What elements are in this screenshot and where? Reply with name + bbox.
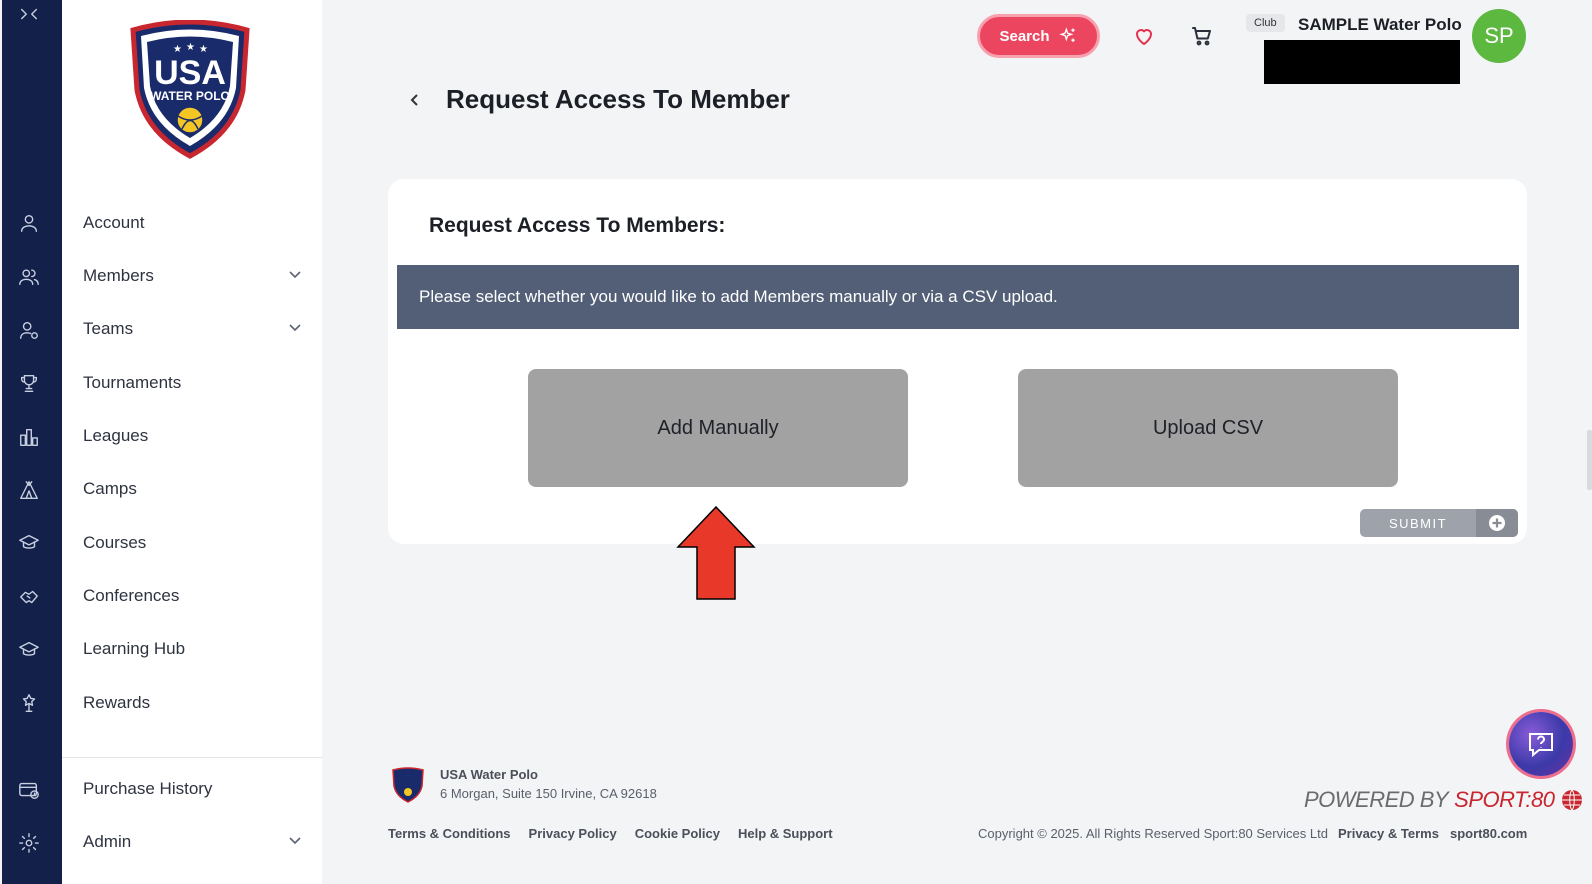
logo-usa-text: USA <box>154 54 226 92</box>
sidebar-item-tournaments[interactable]: Tournaments <box>83 368 303 398</box>
add-manually-button[interactable]: Add Manually <box>528 369 908 487</box>
team-icon[interactable] <box>18 319 40 341</box>
banner-text: Please select whether you would like to … <box>419 287 1058 306</box>
plus-circle-icon <box>1476 509 1518 537</box>
sidebar-item-members[interactable]: Members <box>83 261 303 291</box>
footer-links: Terms & Conditions Privacy Policy Cookie… <box>388 826 833 841</box>
sidebar-item-label: Leagues <box>83 426 149 445</box>
sidebar-item-rewards[interactable]: Rewards <box>83 688 303 718</box>
award-icon[interactable] <box>18 692 40 714</box>
help-chat-icon <box>1529 733 1553 758</box>
sidebar-item-admin[interactable]: Admin <box>83 827 303 857</box>
sidebar-item-label: Purchase History <box>83 779 213 798</box>
usa-water-polo-logo[interactable]: ★ ★ ★ USA WATER POLO <box>125 19 255 160</box>
sidebar-item-learning-hub[interactable]: Learning Hub <box>83 634 303 664</box>
sidebar-item-label: Account <box>83 213 145 232</box>
footer-link-terms[interactable]: Terms & Conditions <box>388 826 511 841</box>
sidebar-item-camps[interactable]: Camps <box>83 474 303 504</box>
search-label: Search <box>999 27 1050 45</box>
back-button[interactable] <box>405 88 425 112</box>
sidebar-item-label: Conferences <box>83 586 180 605</box>
submit-button[interactable]: SUBMIT <box>1360 509 1518 537</box>
sidebar-item-teams[interactable]: Teams <box>83 314 303 344</box>
club-tag: Club <box>1246 14 1285 32</box>
help-chat-button[interactable] <box>1509 712 1573 776</box>
sparkle-icon <box>1058 27 1075 42</box>
sidebar-item-account[interactable]: Account <box>83 208 303 238</box>
sidebar-item-label: Members <box>83 266 154 285</box>
sidebar-item-purchase-history[interactable]: Purchase History <box>83 774 303 804</box>
footer-address: 6 Morgan, Suite 150 Irvine, CA 92618 <box>440 786 657 801</box>
logo-water-polo-text: WATER POLO <box>150 89 230 103</box>
card-clock-icon[interactable] <box>18 779 40 801</box>
request-access-card: Request Access To Members: Please select… <box>388 179 1527 544</box>
sidebar-item-label: Learning Hub <box>83 639 186 658</box>
sidebar-item-leagues[interactable]: Leagues <box>83 421 303 451</box>
svg-text:★: ★ <box>186 42 195 53</box>
sidebar: ★ ★ ★ USA WATER POLO Account Members Tea… <box>62 0 322 884</box>
chevron-down-icon[interactable] <box>287 319 303 340</box>
club-name[interactable]: SAMPLE Water Polo <box>1298 15 1462 35</box>
upload-csv-button[interactable]: Upload CSV <box>1018 369 1398 487</box>
sidebar-item-conferences[interactable]: Conferences <box>83 581 303 611</box>
footer-link-privacy[interactable]: Privacy Policy <box>529 826 617 841</box>
submit-label: SUBMIT <box>1388 515 1448 531</box>
chevron-left-icon <box>410 94 418 106</box>
gear-icon[interactable] <box>18 832 40 854</box>
copyright-text: Copyright © 2025. All Rights Reserved Sp… <box>978 826 1328 841</box>
tent-icon[interactable] <box>18 479 40 501</box>
sidebar-item-label: Camps <box>83 479 137 498</box>
footer-link-privacy-terms[interactable]: Privacy & Terms <box>1338 826 1439 841</box>
users-icon[interactable] <box>18 266 40 288</box>
expand-sidebar-icon[interactable] <box>18 4 40 26</box>
sidebar-item-label: Courses <box>83 533 147 552</box>
powered-by-text: POWERED BY <box>1304 787 1449 812</box>
powered-brand: SPORT:80 <box>1454 787 1555 812</box>
search-button[interactable]: Search <box>977 14 1100 58</box>
redacted-area <box>1264 40 1460 84</box>
graduation-cap-icon[interactable] <box>18 532 40 554</box>
avatar[interactable]: SP <box>1472 9 1526 63</box>
sidebar-item-label: Admin <box>83 832 132 851</box>
cart-icon[interactable] <box>1190 24 1214 48</box>
user-icon[interactable] <box>18 212 40 234</box>
sidebar-divider <box>62 757 322 758</box>
scroll-edge[interactable] <box>1587 430 1592 490</box>
handshake-icon[interactable] <box>18 586 40 608</box>
sidebar-item-label: Tournaments <box>83 373 182 392</box>
icon-rail <box>2 0 62 884</box>
globe-icon <box>1562 789 1583 811</box>
footer-logo <box>391 767 425 803</box>
heart-icon[interactable] <box>1132 24 1156 48</box>
sidebar-item-label: Rewards <box>83 693 151 712</box>
info-banner: Please select whether you would like to … <box>397 265 1519 329</box>
page-title: Request Access To Member <box>446 84 790 114</box>
annotation-up-arrow-icon <box>676 505 756 601</box>
leagues-icon[interactable] <box>18 426 40 448</box>
chevron-down-icon[interactable] <box>287 832 303 853</box>
footer-link-sport80[interactable]: sport80.com <box>1450 826 1527 841</box>
chevron-down-icon[interactable] <box>287 266 303 287</box>
footer-org-name: USA Water Polo <box>440 767 538 782</box>
powered-by-sport80: POWERED BY SPORT:80 <box>1304 787 1584 813</box>
trophy-icon[interactable] <box>18 372 40 394</box>
sidebar-item-courses[interactable]: Courses <box>83 528 303 558</box>
footer-link-help[interactable]: Help & Support <box>738 826 833 841</box>
card-title: Request Access To Members: <box>429 214 726 237</box>
sidebar-item-label: Teams <box>83 319 134 338</box>
learning-hub-icon[interactable] <box>18 639 40 661</box>
footer-link-cookie[interactable]: Cookie Policy <box>635 826 720 841</box>
